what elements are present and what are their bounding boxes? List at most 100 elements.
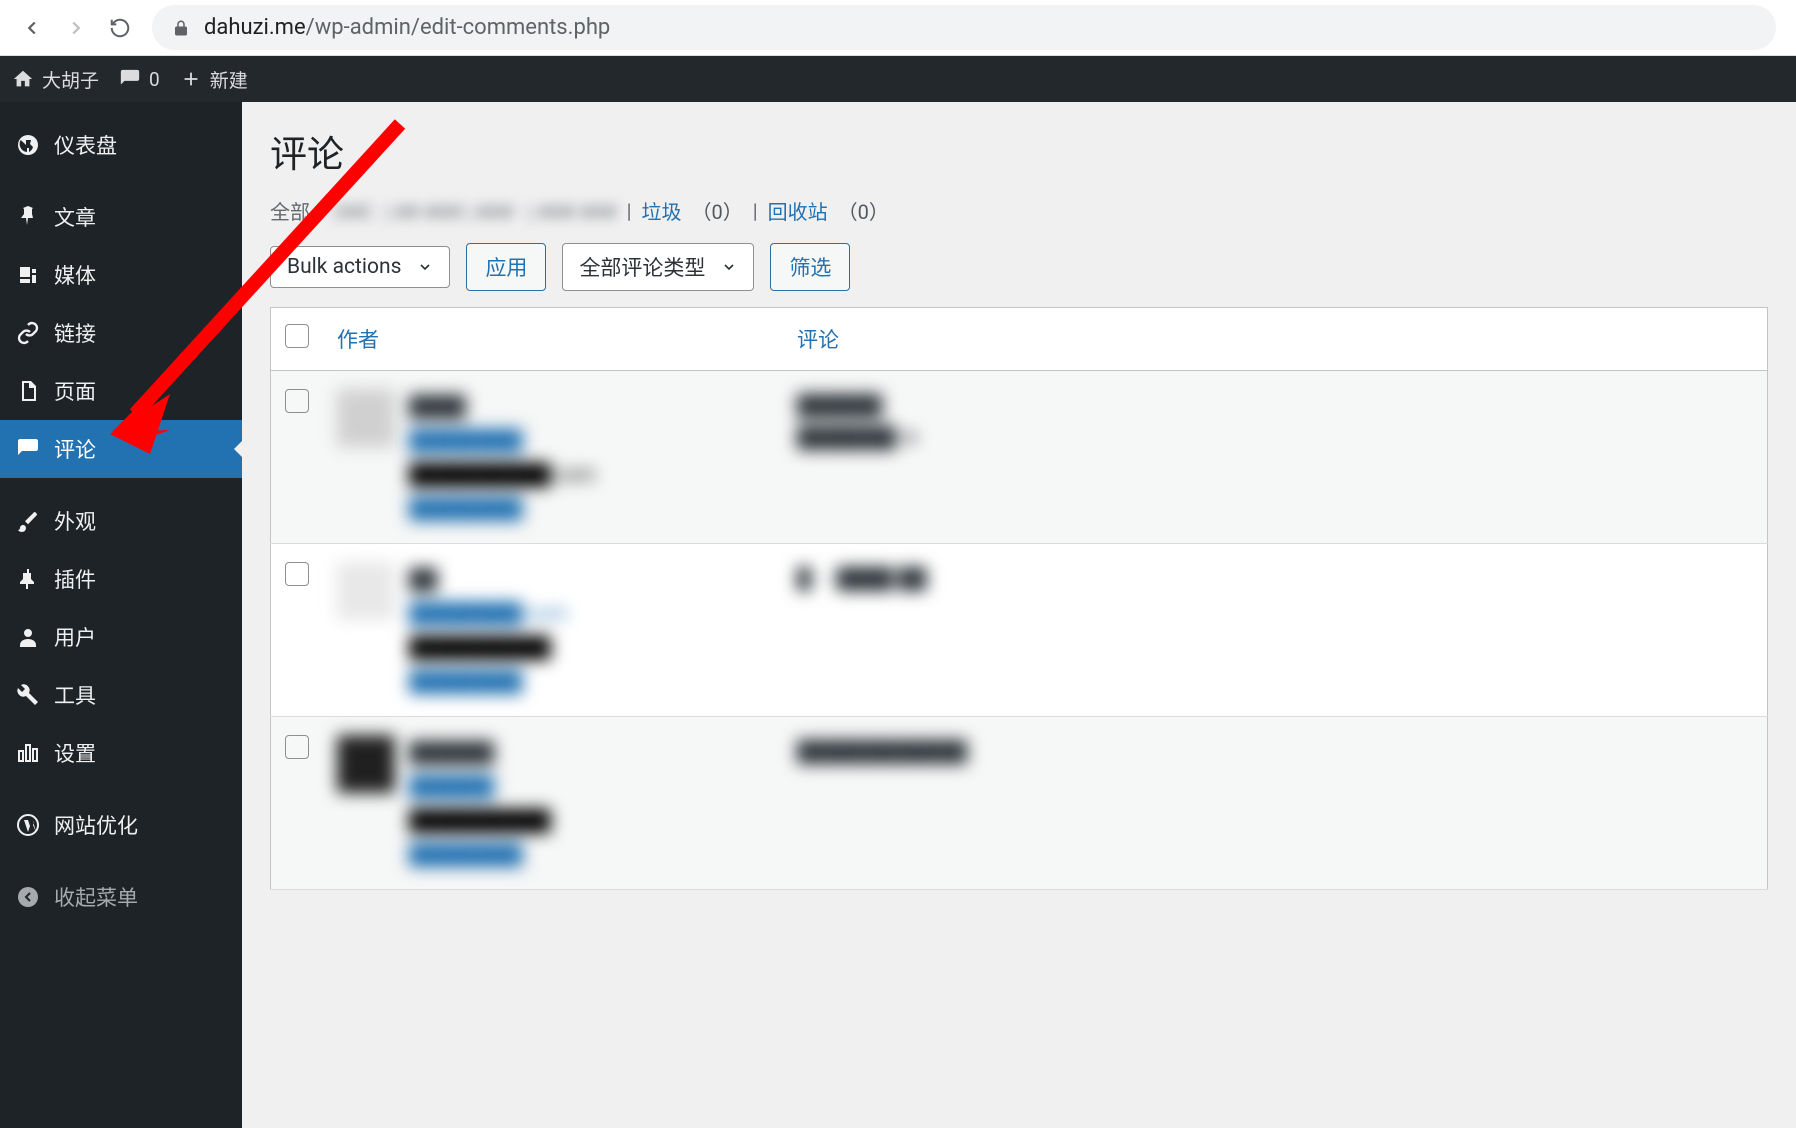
page-icon (16, 379, 40, 403)
sidebar-item-settings[interactable]: 设置 (0, 724, 242, 782)
browser-chrome: dahuzi.me/wp-admin/edit-comments.php (0, 0, 1796, 56)
sidebar-item-posts[interactable]: 文章 (0, 188, 242, 246)
url-domain: dahuzi.me (204, 15, 306, 40)
sidebar-item-media[interactable]: 媒体 (0, 246, 242, 304)
adminbar-new[interactable]: 新建 (180, 66, 248, 93)
back-button[interactable] (20, 16, 44, 40)
dashboard-icon (16, 133, 40, 157)
adminbar-site[interactable]: 大胡子 (12, 66, 99, 93)
filter-trash[interactable]: 回收站 (768, 196, 828, 225)
sidebar-item-label: 页面 (54, 376, 96, 406)
filter-obscured: （##）| ## ### | ### · | ### ### (320, 196, 617, 225)
forward-button[interactable] (64, 16, 88, 40)
filter-spam[interactable]: 垃圾 (641, 196, 681, 225)
table-row: ██ ████████.com ██████████ ████████ █ · … (271, 544, 1768, 717)
sidebar-item-pages[interactable]: 页面 (0, 362, 242, 420)
adminbar-site-name: 大胡子 (42, 66, 99, 93)
sidebar-item-tools[interactable]: 工具 (0, 666, 242, 724)
col-comment[interactable]: 评论 (783, 308, 1768, 371)
comment-cell: ████████████ (783, 717, 1768, 890)
reload-button[interactable] (108, 16, 132, 40)
sidebar-item-users[interactable]: 用户 (0, 608, 242, 666)
adminbar-comments[interactable]: 0 (119, 68, 160, 91)
url-text: dahuzi.me/wp-admin/edit-comments.php (204, 15, 610, 40)
brush-icon (16, 509, 40, 533)
lock-icon (172, 19, 190, 37)
wp-admin-bar: 大胡子 0 新建 (0, 56, 1796, 102)
url-bar[interactable]: dahuzi.me/wp-admin/edit-comments.php (152, 5, 1776, 50)
sidebar-item-label: 媒体 (54, 260, 96, 290)
bulk-action-label: Bulk actions (287, 255, 401, 279)
adminbar-new-label: 新建 (210, 66, 248, 93)
row-checkbox[interactable] (271, 717, 324, 890)
pin-icon (16, 205, 40, 229)
filter-all[interactable]: 全部 (270, 196, 310, 225)
sidebar-item-plugins[interactable]: 插件 (0, 550, 242, 608)
sidebar-item-label: 收起菜单 (54, 882, 138, 912)
select-all-checkbox[interactable] (285, 330, 309, 354)
avatar (337, 562, 395, 620)
col-author[interactable]: 作者 (323, 308, 783, 371)
media-icon (16, 263, 40, 287)
sidebar-item-appearance[interactable]: 外观 (0, 492, 242, 550)
chevron-down-icon (721, 259, 737, 275)
author-cell: ██ ████████.com ██████████ ████████ (337, 562, 769, 698)
filter-button[interactable]: 筛选 (770, 243, 850, 291)
wordpress-icon (16, 813, 40, 837)
sidebar-item-seo[interactable]: 网站优化 (0, 796, 242, 854)
sidebar-item-label: 工具 (54, 680, 96, 710)
sidebar-item-label: 用户 (54, 622, 96, 652)
sidebar-item-dashboard[interactable]: 仪表盘 (0, 116, 242, 174)
content-area: 评论 全部 （##）| ## ### | ### · | ### ### | 垃… (242, 102, 1796, 1128)
bulk-action-select[interactable]: Bulk actions (270, 246, 450, 288)
comment-cell: █████████████ ★ (783, 371, 1768, 544)
home-icon (12, 68, 34, 90)
row-checkbox[interactable] (271, 544, 324, 717)
sidebar-item-label: 链接 (54, 318, 96, 348)
sidebar-item-comments[interactable]: 评论 (0, 420, 242, 478)
apply-button[interactable]: 应用 (466, 243, 546, 291)
author-info: ██████ ██████ ██████████ ████████ (409, 735, 551, 871)
page-title: 评论 (270, 124, 1768, 178)
main-layout: 仪表盘 文章 媒体 链接 页面 评论 外观 插件 (0, 102, 1796, 1128)
sidebar-item-collapse[interactable]: 收起菜单 (0, 868, 242, 926)
comment-type-label: 全部评论类型 (579, 252, 705, 282)
sidebar-item-label: 插件 (54, 564, 96, 594)
sidebar-item-label: 设置 (54, 738, 96, 768)
plus-icon (180, 68, 202, 90)
chevron-down-icon (417, 259, 433, 275)
sidebar-item-label: 仪表盘 (54, 130, 117, 160)
sidebar-item-label: 网站优化 (54, 810, 138, 840)
author-info: ██ ████████.com ██████████ ████████ (409, 562, 567, 698)
browser-nav (20, 16, 132, 40)
plugin-icon (16, 567, 40, 591)
avatar (337, 735, 395, 793)
url-path: /wp-admin/edit-comments.php (306, 15, 611, 40)
author-cell: ██████ ██████ ██████████ ████████ (337, 735, 769, 871)
author-info: ████ ████████ ██████████.com ████████ (409, 389, 595, 525)
filter-spam-count: （0） (691, 196, 742, 225)
col-check (271, 308, 324, 371)
avatar (337, 389, 395, 447)
admin-sidebar: 仪表盘 文章 媒体 链接 页面 评论 外观 插件 (0, 102, 242, 1128)
row-checkbox[interactable] (271, 371, 324, 544)
collapse-icon (16, 885, 40, 909)
comment-icon (16, 437, 40, 461)
comment-type-select[interactable]: 全部评论类型 (562, 243, 754, 291)
link-icon (16, 321, 40, 345)
tool-icon (16, 683, 40, 707)
settings-icon (16, 741, 40, 765)
comment-status-filters: 全部 （##）| ## ### | ### · | ### ### | 垃圾 （… (270, 196, 1768, 225)
sidebar-item-label: 外观 (54, 506, 96, 536)
table-row: ████ ████████ ██████████.com ████████ ██… (271, 371, 1768, 544)
adminbar-comment-count: 0 (149, 68, 160, 91)
sidebar-item-links[interactable]: 链接 (0, 304, 242, 362)
user-icon (16, 625, 40, 649)
author-cell: ████ ████████ ██████████.com ████████ (337, 389, 769, 525)
tablenav: Bulk actions 应用 全部评论类型 筛选 (270, 243, 1768, 291)
filter-trash-count: （0） (838, 196, 889, 225)
table-row: ██████ ██████ ██████████ ████████ ██████… (271, 717, 1768, 890)
sidebar-item-label: 文章 (54, 202, 96, 232)
comment-icon (119, 68, 141, 90)
comments-table: 作者 评论 ████ ████████ ██████████.com (270, 307, 1768, 890)
